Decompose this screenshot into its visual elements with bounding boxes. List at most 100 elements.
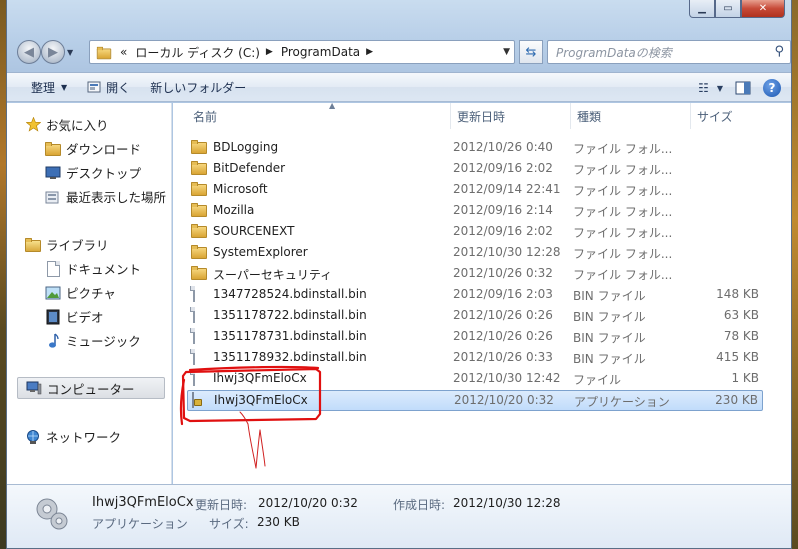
file-name: Ihwj3QFmEloCx	[213, 371, 307, 385]
view-options-button[interactable]: ☷ ▼	[698, 81, 723, 95]
table-row[interactable]: SystemExplorer 2012/10/30 12:28 ファイル フォル..…	[187, 243, 763, 264]
file-date: 2012/10/30 12:28	[453, 245, 561, 259]
file-name: 1351178722.bdinstall.bin	[213, 308, 367, 322]
table-row[interactable]: SOURCENEXT 2012/09/16 2:02 ファイル フォル...	[187, 222, 763, 243]
close-button[interactable]: ✕	[741, 0, 785, 18]
details-modified-label: 更新日時:	[195, 498, 248, 512]
file-name: Mozilla	[213, 203, 255, 217]
table-row[interactable]: 1347728524.bdinstall.bin 2012/09/16 2:03 B…	[187, 285, 763, 306]
file-icon	[191, 286, 207, 303]
file-name: 1347728524.bdinstall.bin	[213, 287, 367, 301]
address-overflow-chevron[interactable]: «	[120, 45, 127, 59]
new-folder-button[interactable]: 新しいフォルダー	[140, 72, 256, 102]
file-date: 2012/09/16 2:03	[453, 287, 553, 301]
close-icon: ✕	[758, 3, 768, 14]
nav-videos[interactable]: ビデオ	[45, 307, 104, 326]
column-header-label: 名前	[193, 109, 218, 124]
refresh-button[interactable]: ⇆	[519, 40, 543, 64]
nav-pictures[interactable]: ピクチャ	[45, 283, 116, 302]
folder-icon	[191, 161, 207, 177]
details-created-label: 作成日時:	[393, 498, 446, 512]
column-header-type[interactable]: 種類	[571, 103, 691, 129]
application-icon	[192, 392, 208, 409]
search-box[interactable]: ProgramDataの検索 ⚲	[547, 40, 791, 64]
nav-label: お気に入り	[46, 118, 109, 133]
address-bar[interactable]: « ローカル ディスク (C:) ▶ ProgramData ▶ ▼	[89, 40, 515, 64]
table-row[interactable]: 1351178932.bdinstall.bin 2012/10/26 0:33 B…	[187, 348, 763, 369]
column-header-date[interactable]: 更新日時	[451, 103, 571, 129]
address-dropdown-icon[interactable]: ▼	[503, 47, 510, 57]
file-size: 230 KB	[715, 393, 758, 407]
details-size-label: サイズ:	[209, 517, 249, 531]
nav-label: ライブラリ	[46, 238, 109, 253]
nav-desktop[interactable]: デスクトップ	[45, 163, 141, 182]
help-button[interactable]: ?	[763, 79, 781, 97]
details-type: アプリケーション	[92, 517, 188, 531]
explorer-window: ▁ ▭ ✕ ◀ ▶ ▼ « ローカル ディスク (C:) ▶ ProgramDa…	[6, 0, 792, 549]
table-row[interactable]: BitDefender 2012/09/16 2:02 ファイル フォル...	[187, 159, 763, 180]
organize-button[interactable]: 整理 ▼	[7, 72, 77, 102]
table-row[interactable]: Microsoft 2012/09/14 22:41 ファイル フォル...	[187, 180, 763, 201]
nav-music[interactable]: ミュージック	[45, 331, 141, 350]
sort-ascending-icon: ▲	[329, 101, 336, 110]
search-icon[interactable]: ⚲	[774, 44, 784, 59]
nav-favorites[interactable]: お気に入り	[25, 115, 109, 134]
open-button[interactable]: 開く	[77, 72, 140, 102]
file-name: SOURCENEXT	[213, 224, 295, 238]
documents-icon	[45, 260, 61, 277]
nav-computer[interactable]: コンピューター	[17, 377, 165, 399]
file-name: 1351178731.bdinstall.bin	[213, 329, 367, 343]
pictures-icon	[45, 285, 61, 301]
table-row[interactable]: スーパーセキュリティ 2012/10/26 0:32 ファイル フォル...	[187, 264, 763, 285]
file-type: ファイル フォル...	[573, 142, 673, 156]
file-icon	[191, 349, 207, 366]
command-bar: 整理 ▼ 開く 新しいフォルダー ☷ ▼ ?	[7, 72, 791, 102]
file-type: ファイル フォル...	[573, 205, 673, 219]
breadcrumb-chevron-icon[interactable]: ▶	[266, 47, 273, 57]
table-row[interactable]: Ihwj3QFmEloCx 2012/10/30 12:42 ファイル 1 KB	[187, 369, 763, 390]
open-icon	[87, 80, 101, 94]
file-size: 415 KB	[716, 350, 759, 364]
nav-recent-places[interactable]: 最近表示した場所	[45, 187, 166, 206]
file-size: 1 KB	[731, 371, 759, 385]
file-type: ファイル フォル...	[573, 226, 673, 240]
preview-pane-button[interactable]	[735, 81, 751, 95]
preview-pane-icon	[735, 81, 751, 95]
file-date: 2012/10/26 0:32	[453, 266, 553, 280]
file-name: 1351178932.bdinstall.bin	[213, 350, 367, 364]
file-date: 2012/09/16 2:02	[453, 161, 553, 175]
nav-label: コンピューター	[47, 381, 135, 397]
command-bar-right: ☷ ▼ ?	[686, 73, 781, 103]
file-type: BIN ファイル	[573, 310, 646, 324]
nav-documents[interactable]: ドキュメント	[45, 259, 141, 278]
file-date: 2012/10/26 0:33	[453, 350, 553, 364]
application-gear-icon	[31, 493, 71, 533]
file-size: 78 KB	[723, 329, 759, 343]
back-button[interactable]: ◀	[17, 40, 41, 64]
table-row[interactable]: 1351178731.bdinstall.bin 2012/10/26 0:26 B…	[187, 327, 763, 348]
minimize-button[interactable]: ▁	[689, 0, 715, 18]
table-row[interactable]: BDLogging 2012/10/26 0:40 ファイル フォル...	[187, 138, 763, 159]
column-header-size[interactable]: サイズ	[691, 103, 771, 129]
forward-button[interactable]: ▶	[41, 40, 65, 64]
nav-downloads[interactable]: ダウンロード	[45, 139, 141, 158]
navigation-pane: お気に入り ダウンロード デスクトップ 最近表示した場所 ライブラリ ドキュメン…	[7, 103, 172, 484]
file-type: BIN ファイル	[573, 352, 646, 366]
column-header-name[interactable]: 名前 ▲	[187, 101, 451, 129]
breadcrumb-local-disk[interactable]: ローカル ディスク (C:) ▶	[135, 44, 273, 61]
file-date: 2012/10/26 0:26	[453, 329, 553, 343]
table-row[interactable]: Ihwj3QFmEloCx 2012/10/20 0:32 アプリケーション 230 …	[187, 390, 763, 411]
table-row[interactable]: Mozilla 2012/09/16 2:14 ファイル フォル...	[187, 201, 763, 222]
breadcrumb-chevron-icon[interactable]: ▶	[366, 47, 373, 57]
file-type: ファイル フォル...	[573, 163, 673, 177]
nav-libraries[interactable]: ライブラリ	[25, 235, 109, 254]
maximize-button[interactable]: ▭	[715, 0, 741, 18]
details-created-value: 2012/10/30 12:28	[453, 496, 561, 510]
organize-label: 整理	[31, 80, 56, 95]
recent-pages-dropdown-icon[interactable]: ▼	[67, 48, 73, 57]
details-file-name: Ihwj3QFmEloCx	[92, 495, 194, 510]
file-size: 63 KB	[723, 308, 759, 322]
breadcrumb-programdata[interactable]: ProgramData ▶	[281, 45, 373, 59]
nav-network[interactable]: ネットワーク	[25, 427, 121, 446]
table-row[interactable]: 1351178722.bdinstall.bin 2012/10/26 0:26 B…	[187, 306, 763, 327]
